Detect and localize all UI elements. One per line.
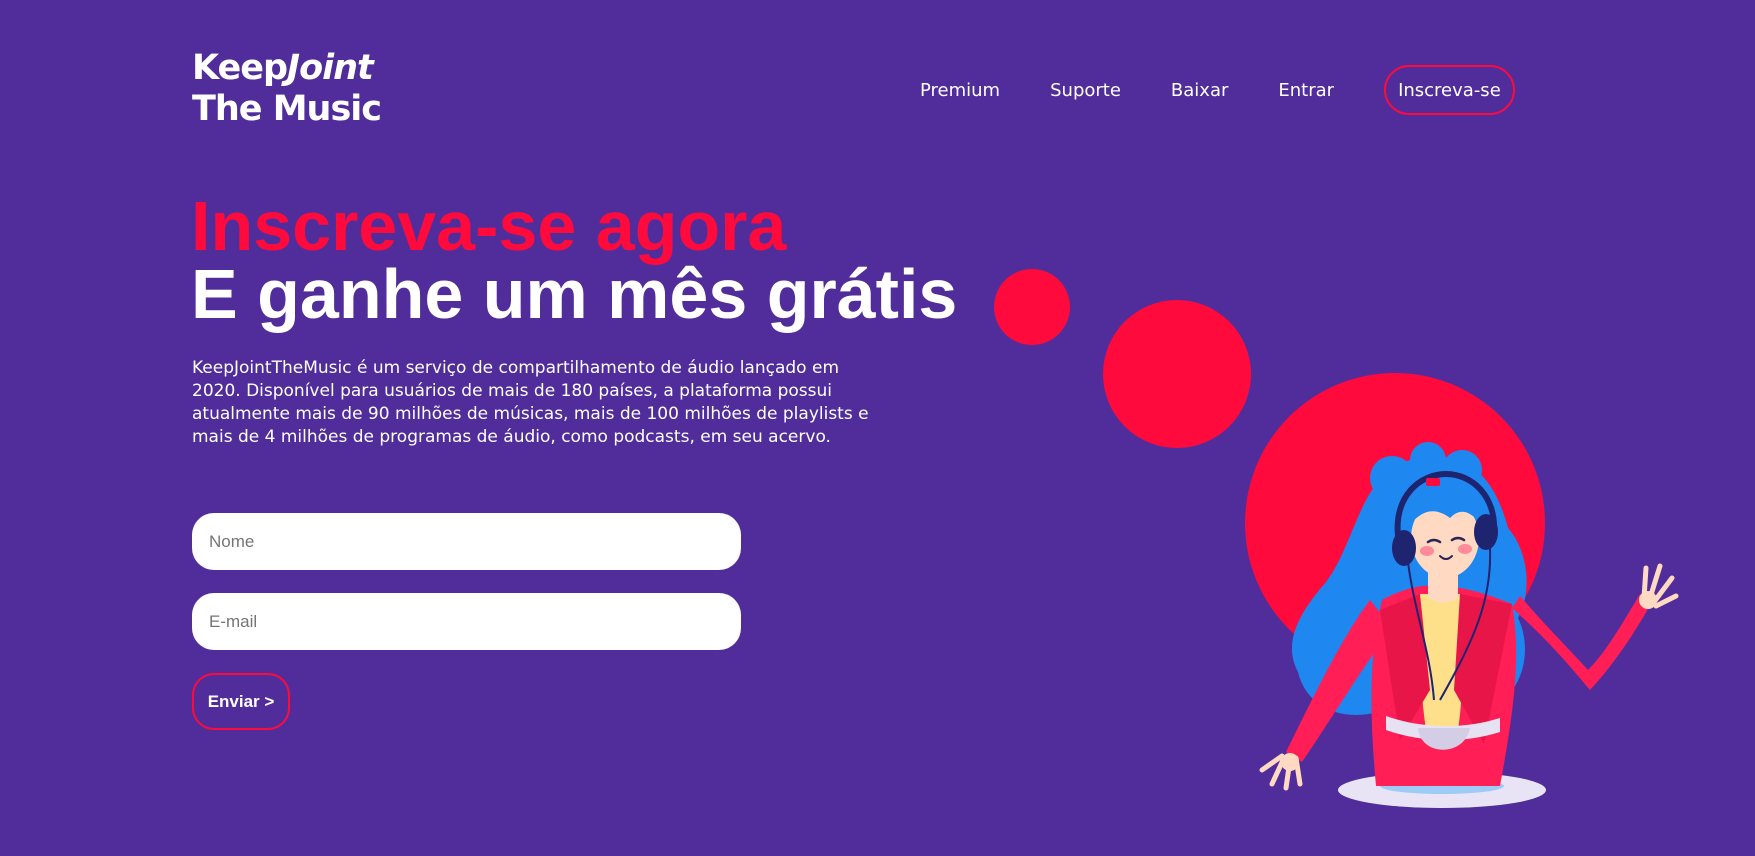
logo[interactable]: KeepJoint The Music [192,48,382,130]
logo-line-1: KeepJoint [192,48,381,89]
logo-keep: Keep [192,48,288,88]
hero-subheadline: E ganhe um mês grátis [191,255,958,333]
hero-description: KeepJointTheMusic é um serviço de compar… [192,358,869,447]
hero-illustration [994,269,1679,808]
hero-headline: Inscreva-se agora [191,187,787,265]
signup-nav-button[interactable]: Inscreva-se [1384,65,1515,115]
decor-circle-medium [1103,300,1251,448]
submit-button[interactable]: Enviar > [192,673,290,730]
nav-link-entrar[interactable]: Entrar [1278,80,1334,101]
nav-link-suporte[interactable]: Suporte [1050,80,1121,101]
main-nav: Premium Suporte Baixar Entrar Inscreva-s… [920,63,1515,117]
email-input[interactable] [192,593,741,650]
nav-link-baixar[interactable]: Baixar [1171,80,1228,101]
nav-link-premium[interactable]: Premium [920,80,1000,101]
logo-joint: Joint [287,48,374,88]
name-input[interactable] [192,513,741,570]
logo-line-2: The Music [192,89,382,129]
decor-circle-small [994,269,1070,345]
